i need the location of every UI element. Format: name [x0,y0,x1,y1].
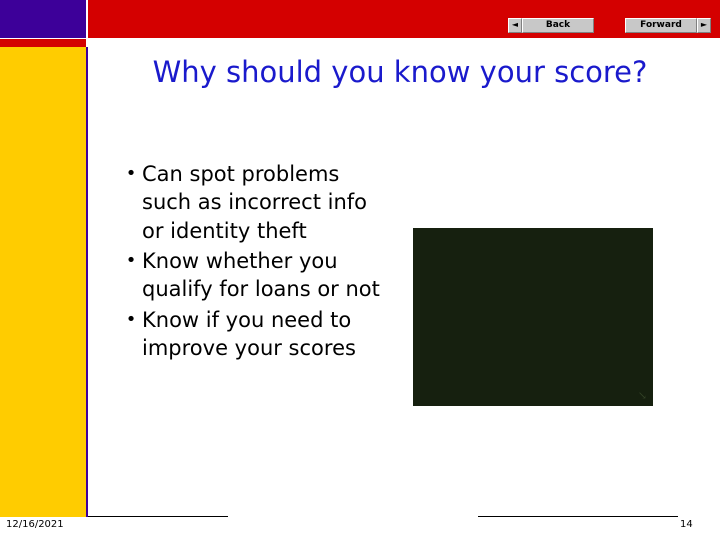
sidebar-divider [86,47,88,517]
back-arrow-icon[interactable]: ◄ [508,17,522,33]
bullet-text: Can spot problems such as incorrect info… [142,162,368,243]
left-yellow-sidebar [0,47,86,517]
bullet-marker-icon: • [125,250,137,272]
image-watermark-icon: ↘ [637,389,647,402]
slide-title: Why should you know your score? [152,55,648,89]
list-item: • Can spot problems such as incorrect in… [120,160,390,245]
forward-arrow-icon[interactable]: ► [697,17,711,33]
forward-button[interactable]: Forward [625,17,697,33]
footer-divider-right [478,516,678,517]
bullet-text: Know if you need to improve your scores [142,307,356,361]
footer-divider-left [88,516,228,517]
slide: ◄ Back Forward ► Why should you know you… [0,0,720,540]
bullet-marker-icon: • [125,308,137,330]
top-left-purple-block [0,0,86,38]
footer-date: 12/16/2021 [6,519,64,530]
footer-page-number: 14 [680,519,693,530]
back-nav-group[interactable]: ◄ Back [508,17,594,33]
back-button[interactable]: Back [522,17,594,33]
bullet-marker-icon: • [125,163,137,184]
list-item: • Know if you need to improve your score… [120,306,390,363]
bullet-list: • Can spot problems such as incorrect in… [120,160,390,364]
forward-nav-group[interactable]: Forward ► [625,17,711,33]
slide-image: ↘ [413,228,653,406]
bullet-text: Know whether you qualify for loans or no… [142,249,380,302]
left-red-accent-bar [0,39,86,47]
list-item: • Know whether you qualify for loans or … [120,247,390,304]
